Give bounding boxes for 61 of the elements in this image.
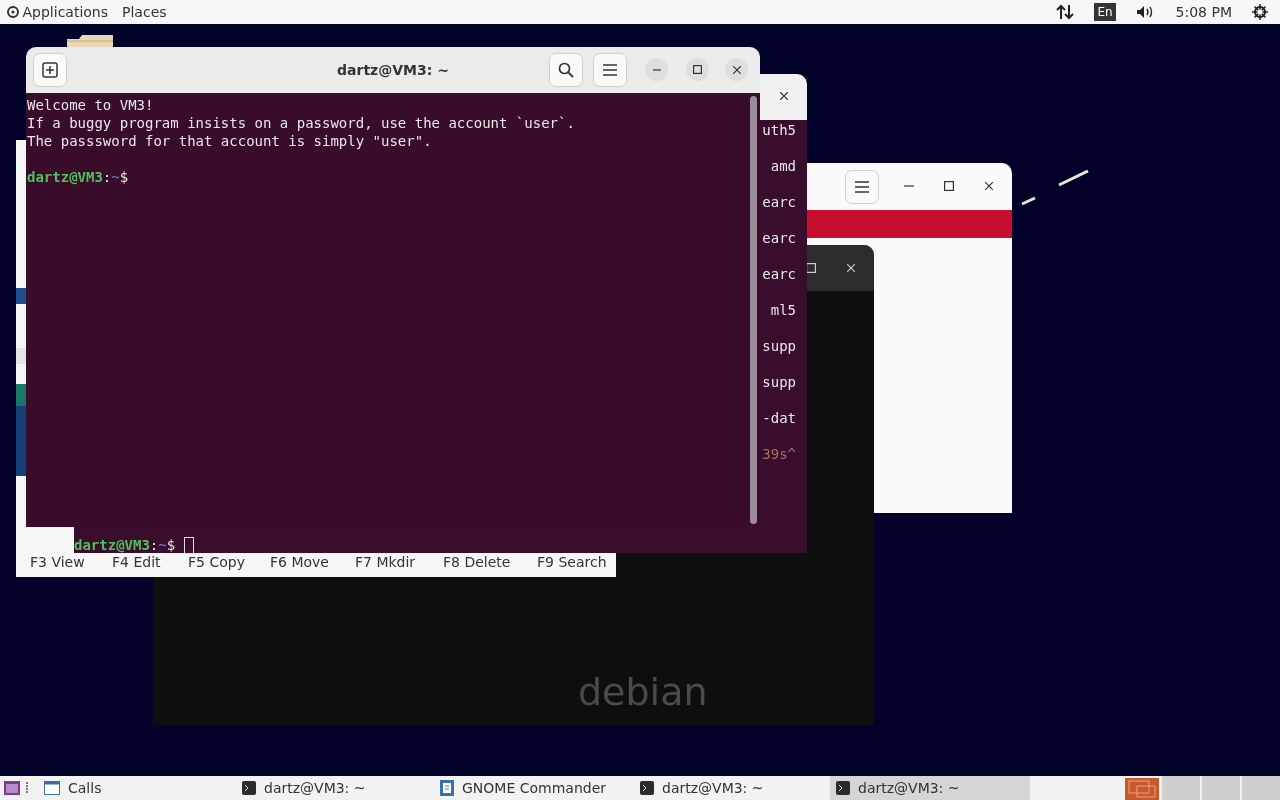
panel-menu[interactable]: Places <box>122 1 167 23</box>
minimize-icon <box>652 68 661 71</box>
search-icon <box>558 62 574 78</box>
taskbar-button[interactable]: dartz@VM3: ~ <box>830 776 1030 800</box>
logo-icon[interactable] <box>7 6 19 18</box>
function-key-button[interactable]: F5 Copy <box>188 552 245 573</box>
power-icon[interactable] <box>1252 4 1268 20</box>
scrollbar[interactable] <box>750 96 757 524</box>
line-drawing <box>1020 170 1090 206</box>
terminal-text: 39s^ <box>762 445 796 463</box>
menu-button[interactable] <box>593 53 627 87</box>
function-key-button[interactable]: F9 Search <box>537 552 607 573</box>
terminal-icon <box>242 781 256 795</box>
terminal-text: supp <box>762 337 796 355</box>
keyboard-layout-indicator[interactable]: En <box>1094 3 1116 21</box>
taskbar-button[interactable]: Calls <box>38 776 218 800</box>
clock[interactable]: 5:08 PM <box>1175 1 1232 23</box>
search-button[interactable] <box>549 53 583 87</box>
terminal-icon <box>640 781 654 795</box>
menu-icon <box>855 181 869 193</box>
handle-icon[interactable] <box>25 782 29 794</box>
function-key-button[interactable]: F3 View <box>30 552 85 573</box>
taskbar-button[interactable]: GNOME Commander <box>434 776 614 800</box>
text-cursor <box>184 536 195 554</box>
close-icon[interactable] <box>985 182 993 190</box>
terminal-text: If a buggy program insists on a password, use the account `user`. <box>27 114 575 132</box>
menu-icon <box>603 64 617 76</box>
function-key-button[interactable]: F8 Delete <box>443 552 511 573</box>
taskbar-button[interactable]: dartz@VM3: ~ <box>236 776 416 800</box>
terminal-text: -dat <box>762 409 796 427</box>
folder-icon[interactable] <box>67 35 113 47</box>
terminal-text: The passsword for that account is simply "user". <box>27 132 433 150</box>
maximize-icon <box>693 65 702 74</box>
app-icon <box>440 780 454 796</box>
network-icon[interactable] <box>1056 4 1075 20</box>
function-key-button[interactable]: F6 Move <box>270 552 329 573</box>
new-tab-button[interactable] <box>33 53 67 87</box>
terminal-text: amd <box>770 157 796 175</box>
maximize-icon[interactable] <box>944 181 954 191</box>
menu-button[interactable] <box>845 170 879 204</box>
window-title: dartz@VM3: ~ <box>336 61 450 80</box>
logo-text: debian <box>578 669 708 716</box>
terminal-text: supp <box>762 373 796 391</box>
prompt-text: dartz@VM3:~$ <box>74 536 176 554</box>
desktop-icon[interactable] <box>4 781 20 795</box>
terminal-text: uth5 <box>762 121 796 139</box>
window-icon <box>44 781 60 795</box>
function-key-button[interactable]: F7 Mkdir <box>355 552 416 573</box>
terminal-text: Welcome to VM3! <box>27 96 155 114</box>
terminal-icon <box>836 781 850 795</box>
taskbar-button[interactable]: dartz@VM3: ~ <box>634 776 814 800</box>
terminal-text: earc <box>762 265 796 283</box>
plus-icon <box>42 62 58 78</box>
terminal-text: earc <box>762 229 796 247</box>
panel-menu[interactable]: Applications <box>22 1 109 23</box>
close-icon[interactable] <box>780 92 788 100</box>
function-key-button[interactable]: F4 Edit <box>112 552 161 573</box>
terminal-text: earc <box>762 193 796 211</box>
prompt-text: dartz@VM3:~$ <box>27 168 129 186</box>
terminal-text: ml5 <box>770 301 796 319</box>
close-icon <box>732 65 741 74</box>
